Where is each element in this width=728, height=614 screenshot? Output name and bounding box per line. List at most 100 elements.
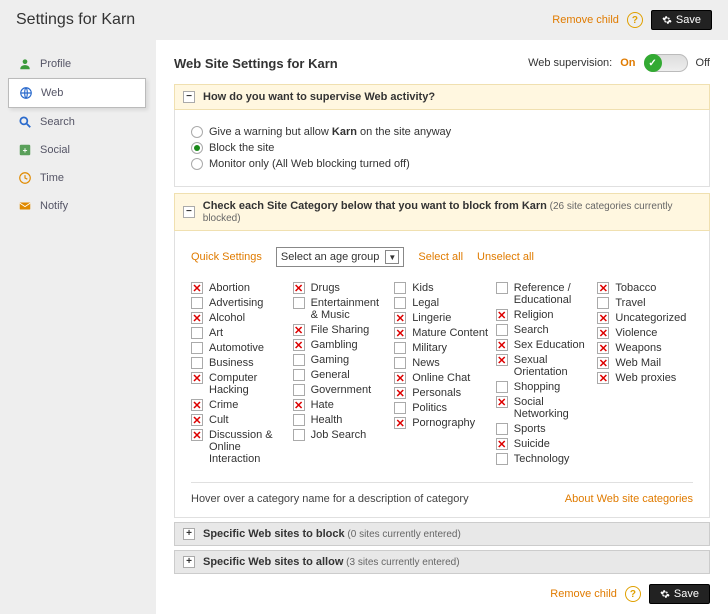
category-item[interactable]: Business [191,357,287,369]
category-checkbox[interactable]: ✕ [597,312,609,324]
category-checkbox[interactable] [293,414,305,426]
option-warn[interactable]: Give a warning but allow Karn on the sit… [191,126,693,138]
category-checkbox[interactable]: ✕ [191,282,203,294]
category-checkbox[interactable]: ✕ [394,327,406,339]
category-item[interactable]: Legal [394,297,490,309]
category-item[interactable]: Kids [394,282,490,294]
option-block[interactable]: Block the site [191,142,693,154]
category-checkbox[interactable] [394,297,406,309]
category-checkbox[interactable] [597,297,609,309]
category-checkbox[interactable] [496,423,508,435]
category-checkbox[interactable] [191,342,203,354]
category-item[interactable]: ✕Cult [191,414,287,426]
category-checkbox[interactable]: ✕ [496,339,508,351]
age-group-select[interactable]: Select an age group ▼ [276,247,404,267]
category-checkbox[interactable]: ✕ [496,438,508,450]
category-checkbox[interactable]: ✕ [191,372,203,384]
category-checkbox[interactable] [394,357,406,369]
category-item[interactable]: Sports [496,423,592,435]
collapse-toggle[interactable]: − [183,91,195,103]
category-item[interactable]: ✕Drugs [293,282,389,294]
category-item[interactable]: ✕Alcohol [191,312,287,324]
category-checkbox[interactable]: ✕ [597,342,609,354]
category-item[interactable]: ✕Hate [293,399,389,411]
category-checkbox[interactable] [293,429,305,441]
category-checkbox[interactable] [191,297,203,309]
category-item[interactable]: Entertainment & Music [293,297,389,321]
category-item[interactable]: Automotive [191,342,287,354]
category-checkbox[interactable]: ✕ [293,339,305,351]
category-checkbox[interactable] [496,453,508,465]
category-item[interactable]: Advertising [191,297,287,309]
category-item[interactable]: Reference / Educational [496,282,592,306]
category-checkbox[interactable] [293,369,305,381]
remove-child-link[interactable]: Remove child [550,588,617,600]
category-item[interactable]: News [394,357,490,369]
category-item[interactable]: ✕Gambling [293,339,389,351]
category-checkbox[interactable]: ✕ [597,357,609,369]
category-item[interactable]: ✕Mature Content [394,327,490,339]
category-checkbox[interactable]: ✕ [394,417,406,429]
category-checkbox[interactable]: ✕ [191,429,203,441]
category-item[interactable]: ✕Sex Education [496,339,592,351]
specific-block-section[interactable]: + Specific Web sites to block (0 sites c… [174,522,710,546]
category-checkbox[interactable]: ✕ [597,282,609,294]
category-item[interactable]: Art [191,327,287,339]
category-checkbox[interactable] [496,324,508,336]
sidebar-item-social[interactable]: + Social [8,136,146,164]
category-checkbox[interactable]: ✕ [394,372,406,384]
category-item[interactable]: ✕Crime [191,399,287,411]
sidebar-item-search[interactable]: Search [8,108,146,136]
category-item[interactable]: ✕Lingerie [394,312,490,324]
category-checkbox[interactable]: ✕ [597,327,609,339]
category-item[interactable]: ✕Suicide [496,438,592,450]
save-button[interactable]: Save [651,10,712,30]
category-item[interactable]: ✕Web proxies [597,372,693,384]
category-checkbox[interactable] [191,327,203,339]
supervision-toggle[interactable]: ✓ [644,54,688,72]
category-item[interactable]: ✕Social Networking [496,396,592,420]
remove-child-link[interactable]: Remove child [552,14,619,26]
collapse-toggle[interactable]: − [183,206,195,218]
category-item[interactable]: ✕Violence [597,327,693,339]
category-item[interactable]: ✕Discussion & Online Interaction [191,429,287,465]
category-item[interactable]: Technology [496,453,592,465]
category-checkbox[interactable] [394,282,406,294]
category-checkbox[interactable]: ✕ [191,312,203,324]
category-item[interactable]: ✕Uncategorized [597,312,693,324]
category-checkbox[interactable]: ✕ [191,414,203,426]
category-item[interactable]: ✕Tobacco [597,282,693,294]
category-checkbox[interactable]: ✕ [394,387,406,399]
category-checkbox[interactable]: ✕ [293,399,305,411]
category-item[interactable]: Gaming [293,354,389,366]
category-item[interactable]: ✕Weapons [597,342,693,354]
category-item[interactable]: Search [496,324,592,336]
category-item[interactable]: Shopping [496,381,592,393]
help-icon[interactable]: ? [625,586,641,602]
category-item[interactable]: Politics [394,402,490,414]
sidebar-item-time[interactable]: Time [8,164,146,192]
category-checkbox[interactable] [293,354,305,366]
category-checkbox[interactable]: ✕ [496,396,508,408]
quick-settings-link[interactable]: Quick Settings [191,251,262,263]
category-checkbox[interactable]: ✕ [496,354,508,366]
sidebar-item-web[interactable]: Web [8,78,146,108]
expand-toggle[interactable]: + [183,528,195,540]
category-item[interactable]: ✕Web Mail [597,357,693,369]
category-checkbox[interactable]: ✕ [597,372,609,384]
category-item[interactable]: ✕Online Chat [394,372,490,384]
category-item[interactable]: Job Search [293,429,389,441]
category-checkbox[interactable]: ✕ [496,309,508,321]
category-item[interactable]: ✕Religion [496,309,592,321]
save-button[interactable]: Save [649,584,710,604]
help-icon[interactable]: ? [627,12,643,28]
category-checkbox[interactable] [394,402,406,414]
about-categories-link[interactable]: About Web site categories [565,493,693,505]
category-item[interactable]: ✕Computer Hacking [191,372,287,396]
category-item[interactable]: ✕Personals [394,387,490,399]
category-item[interactable]: ✕Pornography [394,417,490,429]
category-item[interactable]: ✕File Sharing [293,324,389,336]
category-item[interactable]: Health [293,414,389,426]
category-checkbox[interactable] [394,342,406,354]
category-item[interactable]: Travel [597,297,693,309]
